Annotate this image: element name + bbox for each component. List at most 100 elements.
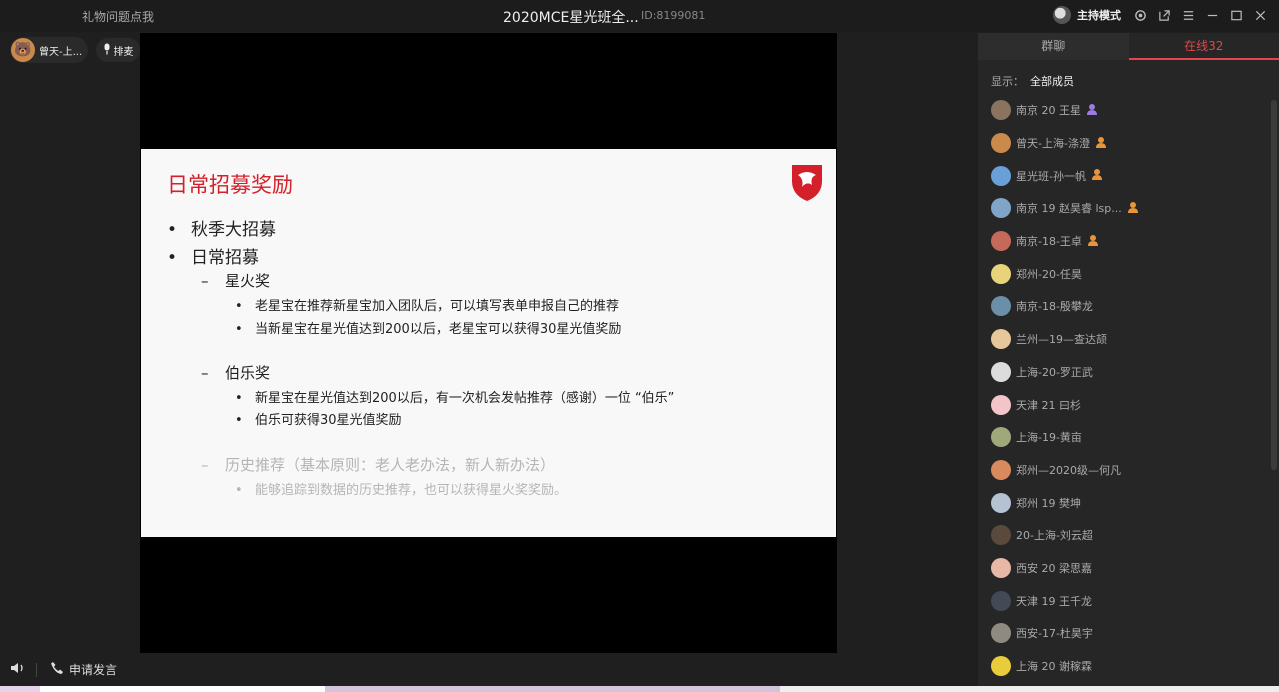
member-name: 西安 20 梁思嘉 [1016, 561, 1092, 575]
tab-online[interactable]: 在线32 [1128, 33, 1279, 60]
slide-item: • 新星宝在星光值达到200以后，有一次机会发帖推荐（感谢）一位 “伯乐” [235, 391, 675, 406]
panel-tabs: 群聊 在线32 [978, 33, 1279, 60]
member-name: 西安-17-杜昊宇 [1016, 627, 1093, 641]
minimize-icon[interactable] [1203, 6, 1221, 24]
member-row[interactable]: 郑州—2020级—何凡 [978, 454, 1268, 487]
member-name: 上海-20-罗正武 [1016, 365, 1093, 379]
gift-help-link[interactable]: 礼物问题点我 [82, 8, 154, 25]
member-avatar [991, 361, 1011, 382]
member-row[interactable]: 上海-20-罗正武 [978, 356, 1268, 389]
member-row[interactable]: 天津 21 曰杉 [978, 388, 1268, 421]
member-avatar [991, 459, 1011, 480]
current-speaker[interactable]: 🐻 曾天-上... [10, 37, 88, 63]
role-badge-icon [1086, 103, 1098, 118]
member-avatar [991, 623, 1011, 644]
member-row[interactable]: 南京 19 赵昊睿 lsp... [978, 192, 1268, 225]
settings-icon[interactable] [1131, 6, 1149, 24]
member-name: 天津 19 王千龙 [1016, 594, 1092, 608]
member-name: 曾天-上海-涤澄 [1016, 137, 1090, 151]
member-avatar [991, 296, 1011, 317]
room-title: 2020MCE星光班全... [503, 10, 639, 26]
member-row[interactable]: 20-上海-刘云超 [978, 519, 1268, 552]
volume-icon[interactable] [10, 661, 26, 679]
member-name: 兰州—19—查达颉 [1016, 333, 1107, 347]
filter-value: 全部成员 [1030, 75, 1074, 88]
side-panel: 群聊 在线32 显示： 全部成员 南京 20 王星 曾天-上海-涤澄 星光班-孙一帆南… [978, 33, 1279, 686]
member-name: 天津 21 曰杉 [1016, 398, 1081, 412]
speaker-name: 曾天-上... [39, 46, 83, 58]
role-badge-icon [1091, 168, 1103, 183]
title-bar: 礼物问题点我 2020MCE星光班全... ID:8199081 主持模式 [0, 0, 1279, 32]
window-controls: 主持模式 [1053, 6, 1269, 24]
member-name: 郑州 19 樊坤 [1016, 496, 1081, 510]
role-badge-icon [1095, 136, 1107, 151]
slide-item: • 日常招募 [167, 248, 259, 268]
bottom-controls: 申请发言 [0, 655, 978, 685]
menu-icon[interactable] [1179, 6, 1197, 24]
microphone-icon [103, 43, 111, 58]
member-row[interactable]: 曾天-上海-涤澄 [978, 127, 1268, 160]
member-name: 南京-18-殷攀龙 [1016, 300, 1093, 314]
member-name: 上海 20 谢稼霖 [1016, 660, 1092, 674]
member-name: 郑州—2020级—何凡 [1016, 463, 1121, 477]
member-row[interactable]: 星光班-孙一帆 [978, 159, 1268, 192]
slide-item: • 当新星宝在星光值达到200以后，老星宝可以获得30星光值奖励 [235, 322, 622, 337]
member-name: 星光班-孙一帆 [1016, 169, 1086, 183]
member-avatar [991, 100, 1011, 121]
phone-icon [50, 661, 64, 678]
member-avatar [991, 394, 1011, 415]
member-row[interactable]: 南京 20 王星 [978, 94, 1268, 127]
mic-queue-button[interactable]: 排麦 [96, 38, 140, 62]
member-row[interactable]: 郑州-20-任昊 [978, 257, 1268, 290]
member-avatar [991, 263, 1011, 284]
host-mode-button[interactable]: 主持模式 [1077, 7, 1121, 23]
member-avatar [991, 329, 1011, 350]
member-row[interactable]: 天津 19 王千龙 [978, 584, 1268, 617]
slide-item: • 老星宝在推荐新星宝加入团队后，可以填写表单申报自己的推荐 [235, 299, 620, 314]
member-name: 南京 20 王星 [1016, 104, 1081, 118]
member-name: 郑州-20-任昊 [1016, 267, 1082, 281]
slide-title: 日常招募奖励 [167, 173, 293, 197]
maximize-icon[interactable] [1227, 6, 1245, 24]
slide-item: • 能够追踪到数据的历史推荐，也可以获得星火奖奖励。 [235, 483, 568, 498]
slide-item: • 伯乐可获得30星光值奖励 [235, 413, 402, 428]
slide-item: – 历史推荐（基本原则：老人老办法，新人新办法） [201, 456, 556, 474]
member-row[interactable]: 上海-19-黄亩 [978, 421, 1268, 454]
tab-group-chat[interactable]: 群聊 [978, 33, 1129, 60]
member-name: 南京-18-王卓 [1016, 235, 1082, 249]
member-avatar [991, 492, 1011, 513]
request-speak-label: 申请发言 [69, 663, 118, 677]
dragon-shield-logo-icon [790, 161, 824, 203]
member-list-scrollbar[interactable] [1271, 100, 1277, 470]
taskbar-strip [0, 686, 1279, 692]
member-row[interactable]: 兰州—19—查达颉 [978, 323, 1268, 356]
slide-item: – 星火奖 [201, 272, 271, 290]
member-filter[interactable]: 显示： 全部成员 [991, 73, 1074, 89]
member-avatar [991, 133, 1011, 154]
host-avatar[interactable] [1053, 6, 1071, 24]
divider [36, 663, 37, 677]
member-avatar [991, 165, 1011, 186]
member-row[interactable]: 上海 20 谢稼霖 [978, 650, 1268, 683]
member-row[interactable]: 南京-18-殷攀龙 [978, 290, 1268, 323]
member-name: 上海-19-黄亩 [1016, 431, 1082, 445]
mic-queue-label: 排麦 [113, 46, 134, 58]
filter-label: 显示： [991, 75, 1024, 88]
popout-icon[interactable] [1155, 6, 1173, 24]
member-avatar [991, 231, 1011, 252]
slide-item: – 伯乐奖 [201, 364, 271, 382]
member-row[interactable]: 南京-18-王卓 [978, 225, 1268, 258]
role-badge-icon [1087, 234, 1099, 249]
app-window: 礼物问题点我 2020MCE星光班全... ID:8199081 主持模式 🐻 … [0, 0, 1279, 692]
member-name: 南京 19 赵昊睿 lsp... [1016, 202, 1122, 216]
close-icon[interactable] [1251, 6, 1269, 24]
request-speak-button[interactable]: 申请发言 [50, 661, 117, 678]
member-row[interactable]: 郑州 19 樊坤 [978, 486, 1268, 519]
member-avatar [991, 656, 1011, 677]
member-row[interactable]: 西安-17-杜昊宇 [978, 617, 1268, 650]
slide-item: • 秋季大招募 [167, 220, 276, 240]
member-row[interactable]: 西安 20 梁思嘉 [978, 552, 1268, 585]
member-avatar [991, 525, 1011, 546]
member-name: 20-上海-刘云超 [1016, 529, 1093, 543]
room-id: ID:8199081 [641, 9, 706, 22]
